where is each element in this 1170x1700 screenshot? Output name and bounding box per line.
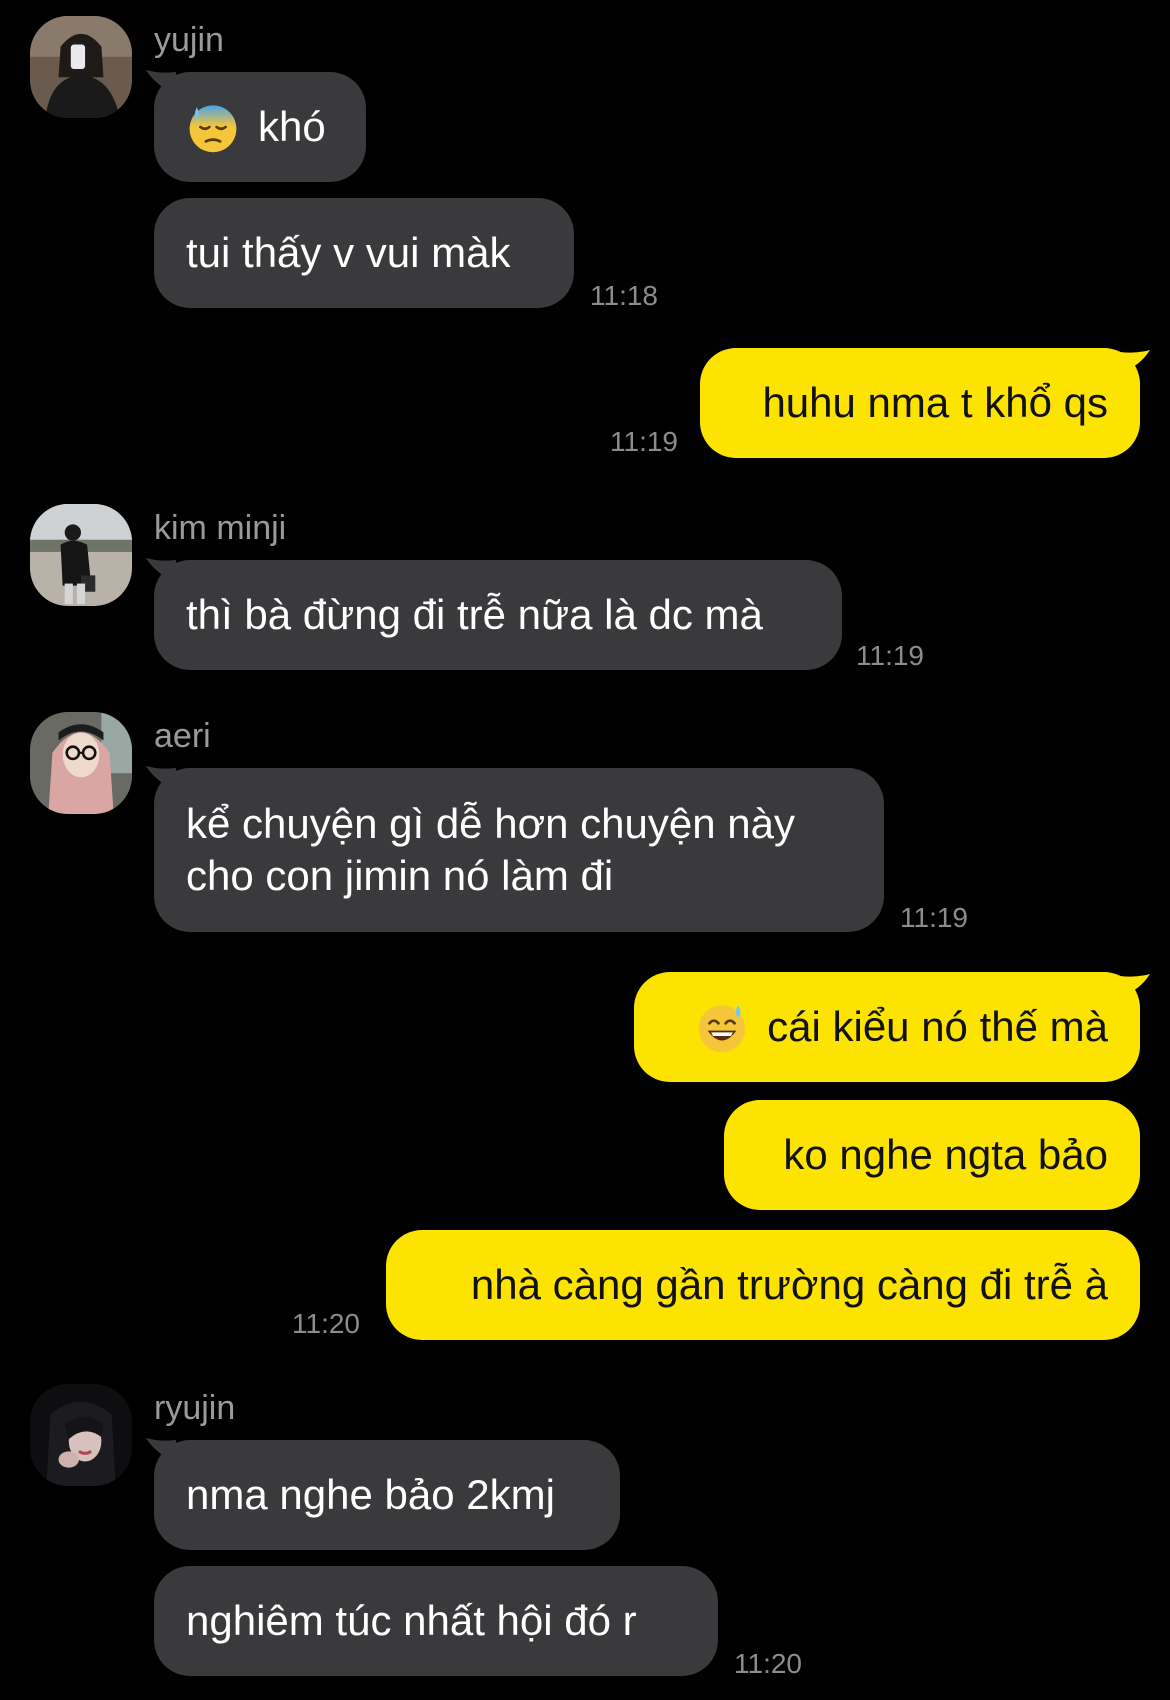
message-bubble[interactable]: thì bà đừng đi trễ nữa là dc mà — [154, 560, 842, 670]
chat-thread: yujin khó tui thấy v vui màk 11:18 huhu … — [0, 0, 1170, 1700]
sender-name: kim minji — [154, 509, 287, 547]
message-text: nma nghe bảo 2kmj — [186, 1471, 555, 1518]
sender-name: yujin — [154, 21, 224, 59]
message-text: ko nghe ngta bảo — [783, 1131, 1108, 1178]
bubble-tail — [1120, 350, 1150, 374]
sender-name: ryujin — [154, 1389, 236, 1427]
message-bubble[interactable]: nhà càng gần trường càng đi trễ à — [386, 1230, 1140, 1340]
timestamp: 11:19 — [900, 902, 968, 933]
message-bubble[interactable]: cái kiểu nó thế mà — [634, 972, 1140, 1082]
avatar-ryujin[interactable] — [30, 1384, 132, 1486]
timestamp: 11:18 — [590, 280, 658, 311]
message-text: tui thấy v vui màk — [186, 229, 511, 276]
timestamp: 11:19 — [610, 426, 678, 457]
grinning-face-with-sweat-icon — [695, 1000, 749, 1054]
message-text: khó — [258, 103, 326, 150]
message-text: thì bà đừng đi trễ nữa là dc mà — [186, 591, 763, 638]
message-text: nghiêm túc nhất hội đó r — [186, 1597, 637, 1644]
downcast-face-with-sweat-icon — [186, 100, 240, 154]
message-text: huhu nma t khổ qs — [762, 379, 1108, 426]
sender-name: aeri — [154, 717, 211, 755]
message-bubble[interactable]: tui thấy v vui màk — [154, 198, 574, 308]
timestamp: 11:19 — [856, 640, 924, 671]
message-bubble[interactable]: ko nghe ngta bảo — [724, 1100, 1140, 1210]
message-bubble[interactable]: nghiêm túc nhất hội đó r — [154, 1566, 718, 1676]
message-bubble[interactable]: nma nghe bảo 2kmj — [154, 1440, 620, 1550]
timestamp: 11:20 — [734, 1648, 802, 1679]
message-text: kể chuyện gì dễ hơn chuyện này cho con j… — [186, 800, 795, 899]
avatar-aeri[interactable] — [30, 712, 132, 814]
message-text: nhà càng gần trường càng đi trễ à — [470, 1261, 1108, 1308]
avatar-kim-minji[interactable] — [30, 504, 132, 606]
message-bubble[interactable]: kể chuyện gì dễ hơn chuyện này cho con j… — [154, 768, 884, 932]
message-bubble[interactable]: huhu nma t khổ qs — [700, 348, 1140, 458]
bubble-tail — [1120, 974, 1150, 998]
timestamp: 11:20 — [292, 1308, 360, 1339]
message-text: cái kiểu nó thế mà — [767, 1003, 1108, 1050]
message-bubble[interactable]: khó — [154, 72, 366, 182]
avatar-yujin[interactable] — [30, 16, 132, 118]
